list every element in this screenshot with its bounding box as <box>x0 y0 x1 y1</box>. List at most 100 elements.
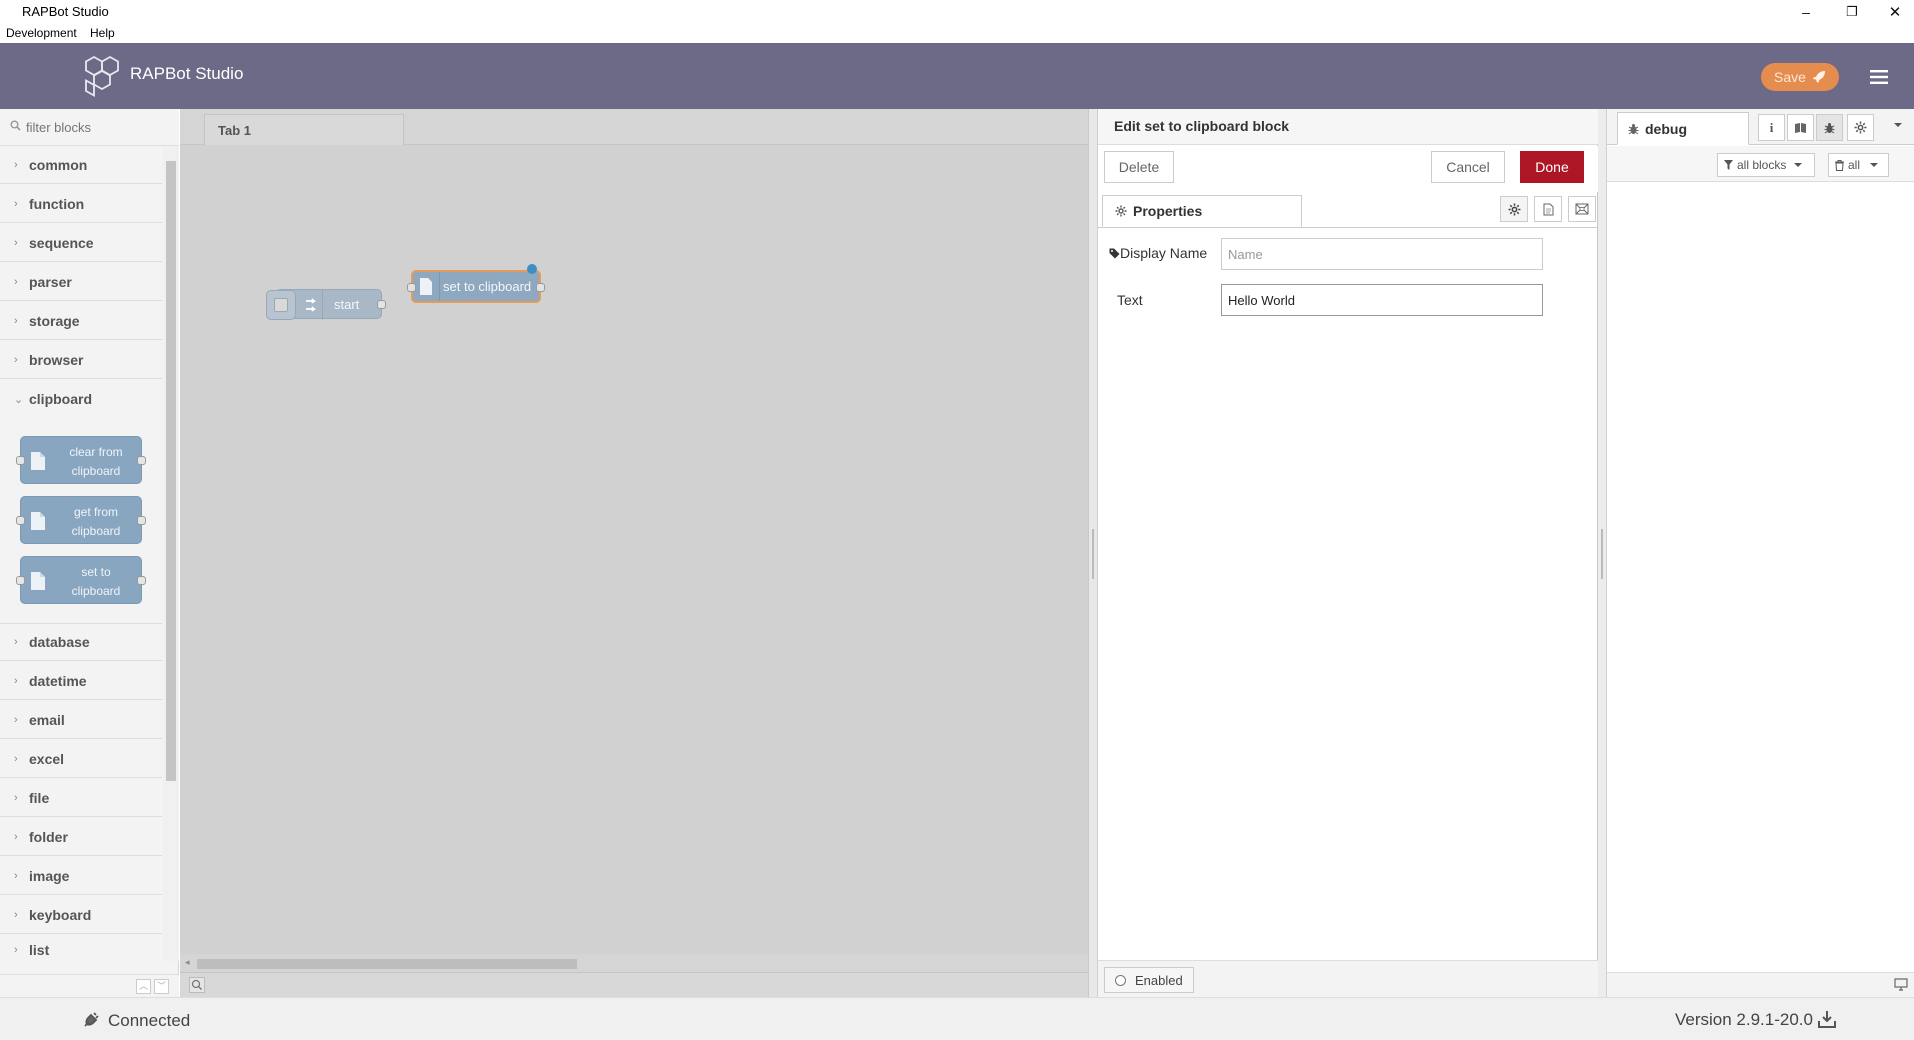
debug-bug-icon[interactable] <box>1816 114 1843 141</box>
chevron-right-icon: › <box>14 830 18 843</box>
circle-icon <box>1115 974 1126 986</box>
debug-filter-label: all blocks <box>1737 158 1787 172</box>
arrows-icon <box>304 296 320 314</box>
input-port <box>16 576 25 585</box>
node-description-document-icon[interactable] <box>1534 196 1562 222</box>
category-database[interactable]: › database <box>0 623 162 661</box>
connection-status: Connected <box>108 1011 191 1030</box>
info-icon[interactable]: i <box>1758 114 1785 141</box>
flow-node-set-to-clipboard[interactable]: set to clipboard <box>407 264 545 303</box>
sidebar-dropdown-caret-icon[interactable] <box>1893 121 1903 129</box>
debug-clear-label: all <box>1848 158 1861 172</box>
caret-down-icon <box>1870 162 1879 168</box>
category-sequence[interactable]: › sequence <box>0 224 162 262</box>
filter-blocks-input[interactable] <box>10 117 165 137</box>
output-port[interactable] <box>377 300 386 309</box>
debug-toolbar: all blocks all <box>1607 146 1914 182</box>
tab-debug[interactable]: debug <box>1617 112 1749 145</box>
document-icon <box>30 571 46 591</box>
category-image[interactable]: › image <box>0 857 162 895</box>
category-parser[interactable]: › parser <box>0 263 162 301</box>
status-bar: Connected Version 2.9.1-20.0 <box>0 997 1914 1040</box>
category-file[interactable]: › file <box>0 779 162 817</box>
chevron-right-icon: › <box>14 869 18 882</box>
tab-properties[interactable]: Properties <box>1102 195 1302 227</box>
category-function[interactable]: › function <box>0 185 162 223</box>
palette-scrollbar-thumb[interactable] <box>166 161 176 781</box>
flow-node-start[interactable]: start <box>266 289 386 320</box>
category-list[interactable]: › list <box>0 935 162 965</box>
chevron-right-icon: › <box>14 908 18 921</box>
chevron-right-icon: › <box>14 158 18 171</box>
tab-1[interactable]: Tab 1 <box>204 114 404 145</box>
zoom-search-icon[interactable] <box>189 977 205 993</box>
rocket-icon <box>1812 70 1826 84</box>
close-button[interactable]: ✕ <box>1872 0 1914 24</box>
node-label: set to clipboard <box>443 279 532 294</box>
category-common[interactable]: › common <box>0 146 162 184</box>
menu-help[interactable]: Help <box>86 25 119 41</box>
debug-clear-dropdown[interactable]: all <box>1828 153 1889 177</box>
bug-icon <box>1628 123 1639 135</box>
category-excel[interactable]: › excel <box>0 740 162 778</box>
workspace-tabs: Tab 1 <box>180 109 1088 145</box>
category-keyboard[interactable]: › keyboard <box>0 896 162 934</box>
title-bar: RAPBot Studio – ❐ ✕ <box>0 0 1914 24</box>
minimize-button[interactable]: – <box>1783 0 1829 24</box>
node-settings-gear-icon[interactable] <box>1500 196 1528 222</box>
palette-node-set-to-clipboard[interactable]: set to clipboard <box>16 556 146 604</box>
palette-node-clear-from-clipboard[interactable]: clear from clipboard <box>16 436 146 484</box>
changed-indicator-icon <box>527 264 537 274</box>
workspace-scrollbar-thumb[interactable] <box>197 959 577 969</box>
node-label-line2: clipboard <box>71 464 121 478</box>
expand-down-icon[interactable]: ﹀ <box>154 979 169 994</box>
book-icon[interactable] <box>1787 114 1814 141</box>
category-folder[interactable]: › folder <box>0 818 162 856</box>
text-input[interactable] <box>1221 284 1543 316</box>
chevron-right-icon: › <box>14 275 18 288</box>
category-storage[interactable]: › storage <box>0 302 162 340</box>
plug-connected-icon <box>82 1010 101 1029</box>
chevron-right-icon: › <box>14 314 18 327</box>
category-datetime[interactable]: › datetime <box>0 662 162 700</box>
delete-button[interactable]: Delete <box>1104 151 1174 183</box>
restore-button[interactable]: ❐ <box>1829 0 1875 24</box>
save-button[interactable]: Save <box>1761 63 1839 91</box>
output-port <box>137 516 146 525</box>
cancel-button[interactable]: Cancel <box>1431 151 1505 183</box>
output-port[interactable] <box>536 283 545 292</box>
tray-resize-handle[interactable] <box>1089 109 1098 997</box>
properties-label: Properties <box>1133 203 1203 219</box>
done-button[interactable]: Done <box>1520 151 1584 183</box>
menu-development[interactable]: Development <box>2 25 81 41</box>
enabled-toggle[interactable]: Enabled <box>1104 967 1194 993</box>
palette-node-get-from-clipboard[interactable]: get from clipboard <box>16 496 146 544</box>
document-icon <box>419 277 433 296</box>
debug-filter-dropdown[interactable]: all blocks <box>1717 153 1815 177</box>
node-label-line2: clipboard <box>71 524 121 538</box>
palette-footer: ︿ ﹀ <box>0 974 179 997</box>
inject-button[interactable] <box>266 290 296 320</box>
collapse-up-icon[interactable]: ︿ <box>136 979 151 994</box>
tray-footer: Enabled <box>1098 960 1598 997</box>
monitor-icon[interactable] <box>1894 978 1908 991</box>
settings-gear-icon[interactable] <box>1847 114 1874 141</box>
app-header: RAPBot Studio Save <box>0 43 1914 109</box>
download-update-icon[interactable] <box>1817 1009 1837 1029</box>
document-icon <box>30 511 46 531</box>
menu-hamburger-icon[interactable] <box>1869 67 1889 87</box>
node-appearance-frame-icon[interactable] <box>1568 196 1596 222</box>
flow-workspace[interactable]: Tab 1 start set to clipboard ◂ <box>180 109 1088 997</box>
scroll-left-icon[interactable]: ◂ <box>185 957 190 968</box>
chevron-right-icon: › <box>14 791 18 804</box>
enabled-label: Enabled <box>1135 972 1183 988</box>
node-label-line2: clipboard <box>71 584 121 598</box>
node-label: start <box>334 297 360 312</box>
input-port[interactable] <box>407 283 416 292</box>
debug-footer <box>1607 972 1914 997</box>
category-email[interactable]: › email <box>0 701 162 739</box>
display-name-input[interactable] <box>1221 238 1543 270</box>
category-clipboard[interactable]: ⌄ clipboard <box>0 380 162 418</box>
sidebar-resize-handle[interactable] <box>1598 109 1607 997</box>
category-browser[interactable]: › browser <box>0 341 162 379</box>
